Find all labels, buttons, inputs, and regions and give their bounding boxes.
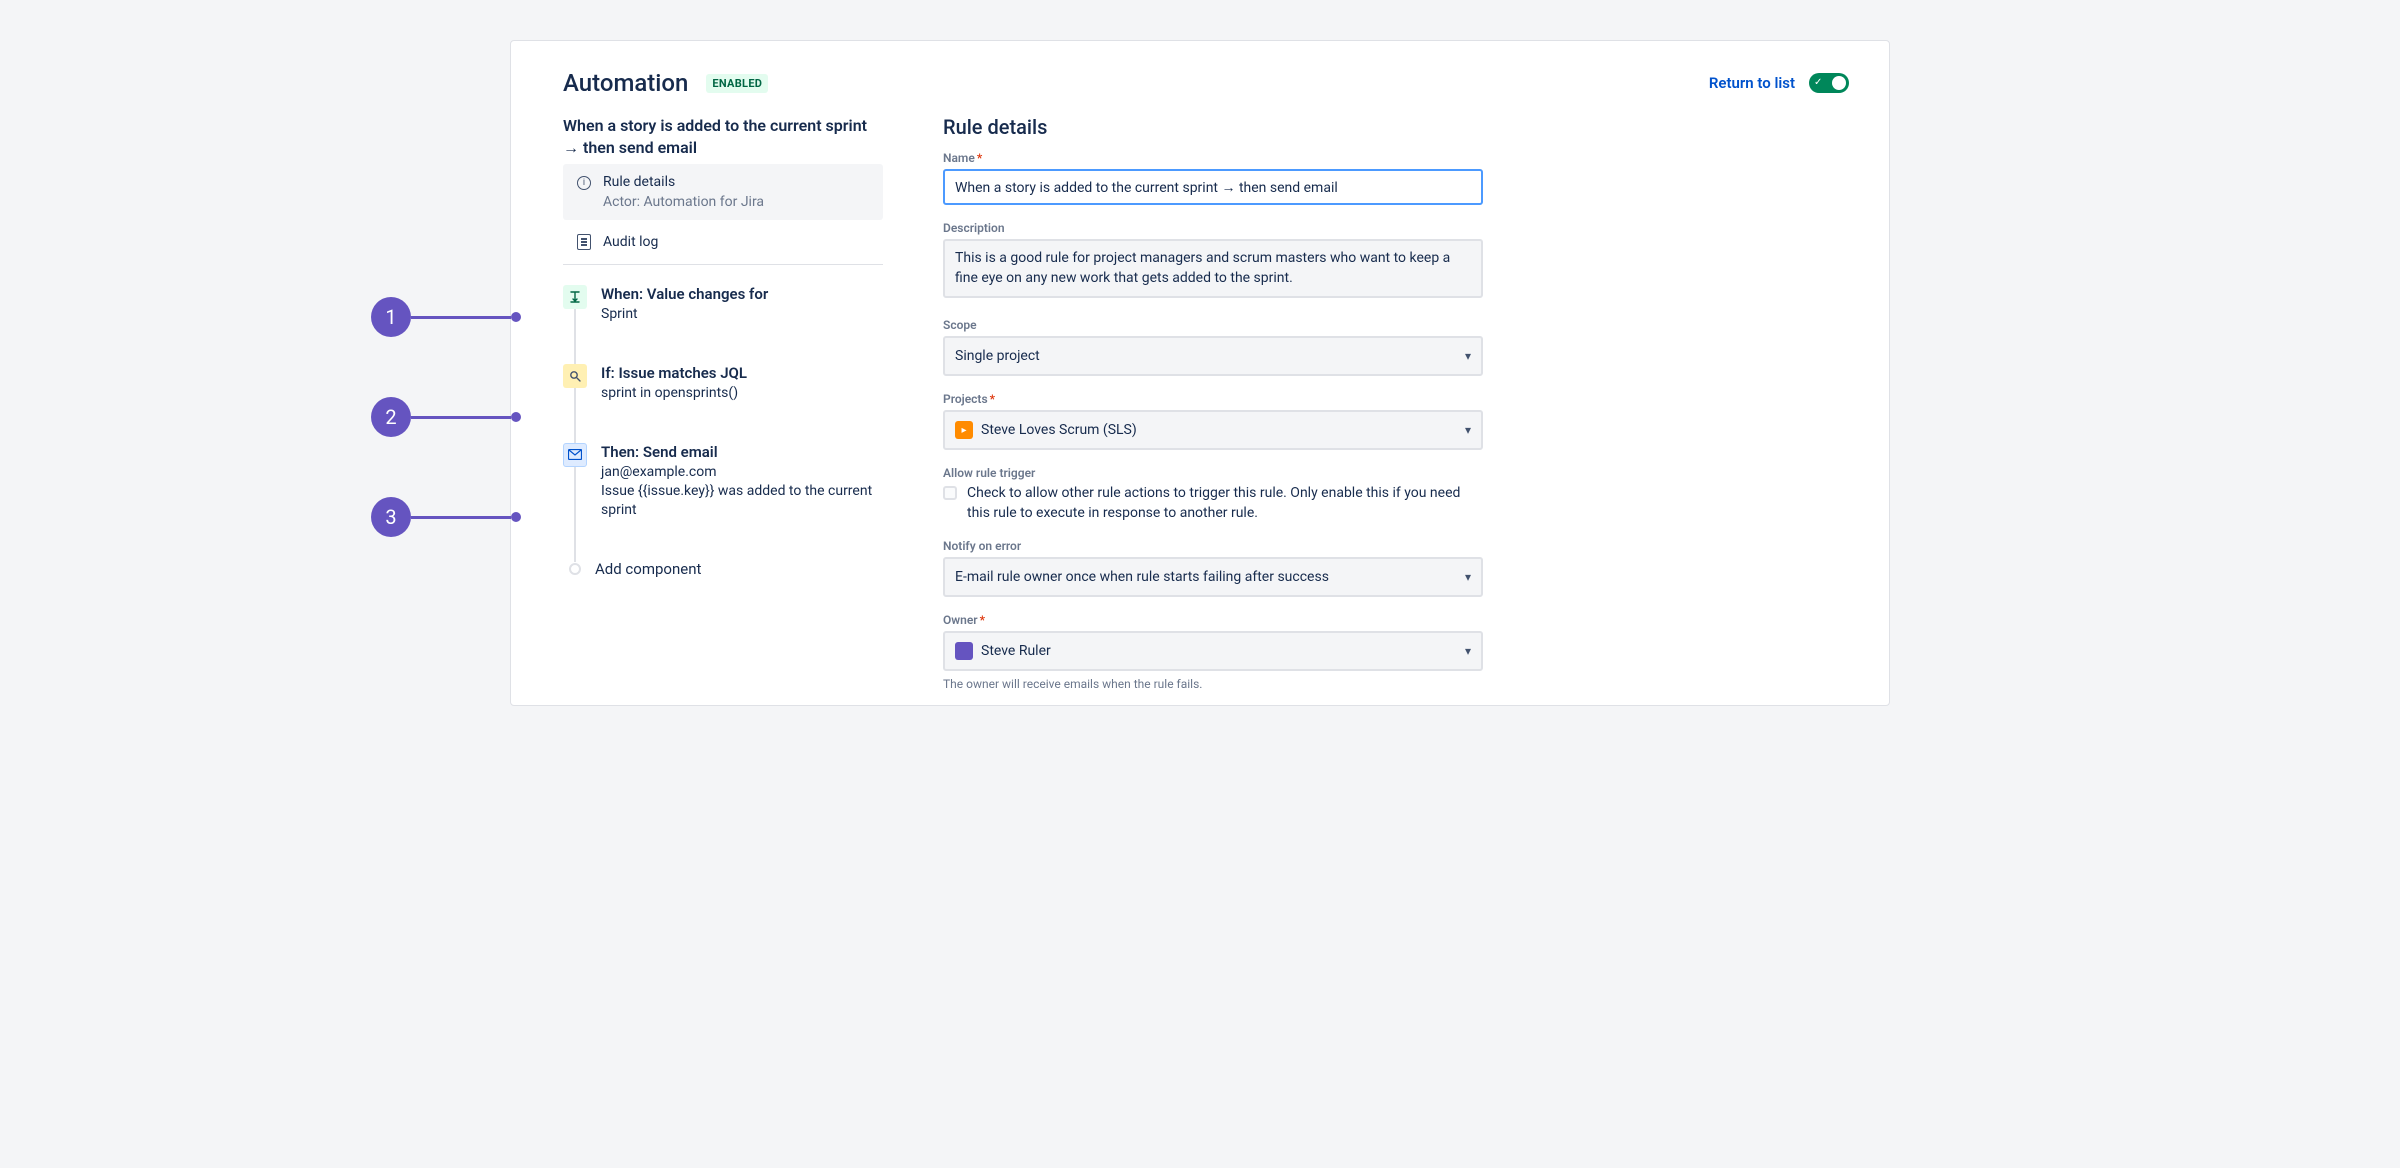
section-heading: Rule details <box>943 115 1483 139</box>
allow-trigger-checkbox[interactable] <box>943 486 957 500</box>
add-component-label: Add component <box>595 560 883 578</box>
callout-num-2: 2 <box>371 397 411 437</box>
page-title: Automation <box>563 69 688 97</box>
rule-builder-column: When a story is added to the current spr… <box>563 115 883 695</box>
scope-value: Single project <box>955 348 1040 364</box>
trigger-desc: Sprint <box>601 305 883 324</box>
action-title: Then: Send email <box>601 443 883 461</box>
notify-value: E-mail rule owner once when rule starts … <box>955 569 1329 585</box>
name-label: Name* <box>943 151 1483 165</box>
allow-trigger-label: Allow rule trigger <box>943 466 1483 480</box>
condition-step[interactable]: If: Issue matches JQL sprint in openspri… <box>563 364 883 403</box>
condition-desc: sprint in opensprints() <box>601 384 883 403</box>
projects-select[interactable]: ▸ Steve Loves Scrum (SLS) ▾ <box>943 410 1483 450</box>
callout-layer: 1 2 3 <box>371 41 511 705</box>
owner-label: Owner* <box>943 613 1483 627</box>
owner-select[interactable]: Steve Ruler ▾ <box>943 631 1483 671</box>
check-icon: ✓ <box>1814 78 1822 88</box>
owner-value: Steve Ruler <box>981 643 1051 659</box>
projects-label: Projects* <box>943 392 1483 406</box>
status-badge: ENABLED <box>706 74 768 93</box>
chevron-down-icon: ▾ <box>1465 423 1471 437</box>
add-component-row[interactable]: Add component <box>563 560 883 578</box>
rule-details-card[interactable]: i Rule details Actor: Automation for Jir… <box>563 164 883 220</box>
avatar <box>955 642 973 660</box>
chevron-down-icon: ▾ <box>1465 349 1471 363</box>
rule-actor-label: Actor: Automation for Jira <box>603 194 764 210</box>
trigger-step[interactable]: When: Value changes for Sprint <box>563 285 883 324</box>
rule-name-heading: When a story is added to the current spr… <box>563 115 883 158</box>
callout-3: 3 <box>371 497 521 537</box>
search-icon <box>563 364 587 388</box>
condition-title: If: Issue matches JQL <box>601 364 883 382</box>
scope-select[interactable]: Single project ▾ <box>943 336 1483 376</box>
audit-log-label: Audit log <box>603 234 658 250</box>
allow-trigger-description: Check to allow other rule actions to tri… <box>967 484 1483 523</box>
rule-details-form: Rule details Name* Description Scope Sin… <box>943 115 1483 695</box>
empty-circle-icon <box>569 563 581 575</box>
project-icon: ▸ <box>955 421 973 439</box>
document-icon <box>577 234 591 250</box>
rule-enabled-toggle[interactable]: ✓ <box>1809 73 1849 93</box>
chevron-down-icon: ▾ <box>1465 570 1471 584</box>
info-icon: i <box>577 176 591 190</box>
callout-num-3: 3 <box>371 497 411 537</box>
audit-log-link[interactable]: Audit log <box>563 220 883 265</box>
mail-icon <box>563 443 587 467</box>
callout-1: 1 <box>371 297 521 337</box>
callout-2: 2 <box>371 397 521 437</box>
description-label: Description <box>943 221 1483 235</box>
callout-num-1: 1 <box>371 297 411 337</box>
chevron-down-icon: ▾ <box>1465 644 1471 658</box>
trigger-icon <box>563 285 587 309</box>
description-input[interactable] <box>943 239 1483 298</box>
rule-details-label: Rule details <box>603 174 764 190</box>
automation-panel: 1 2 3 Automation ENABLED Return to list … <box>510 40 1890 706</box>
scope-label: Scope <box>943 318 1483 332</box>
trigger-title: When: Value changes for <box>601 285 883 303</box>
return-to-list-link[interactable]: Return to list <box>1709 74 1795 92</box>
notify-label: Notify on error <box>943 539 1483 553</box>
owner-helper-text: The owner will receive emails when the r… <box>943 677 1483 691</box>
projects-value: Steve Loves Scrum (SLS) <box>981 422 1137 438</box>
header: Automation ENABLED Return to list ✓ <box>563 69 1849 97</box>
action-step[interactable]: Then: Send email jan@example.com Issue {… <box>563 443 883 520</box>
name-input[interactable] <box>943 169 1483 205</box>
action-desc: jan@example.com Issue {{issue.key}} was … <box>601 463 883 520</box>
notify-select[interactable]: E-mail rule owner once when rule starts … <box>943 557 1483 597</box>
